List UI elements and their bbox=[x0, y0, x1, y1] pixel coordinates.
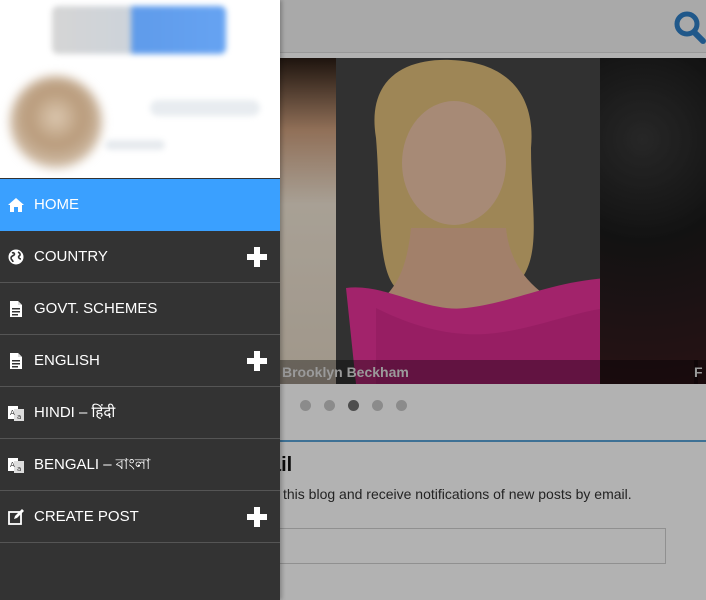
translate-icon: A a bbox=[8, 457, 24, 473]
menu-item-label: GOVT. SCHEMES bbox=[34, 299, 158, 317]
menu-item-country[interactable]: COUNTRY bbox=[0, 231, 280, 283]
globe-icon bbox=[8, 249, 24, 264]
menu-item-hindi[interactable]: A a HINDI – हिंदी bbox=[0, 387, 280, 439]
menu-item-bengali[interactable]: A a BENGALI – বাংলা bbox=[0, 439, 280, 491]
menu-item-label: COUNTRY bbox=[34, 247, 108, 265]
expand-plus-icon[interactable] bbox=[246, 350, 268, 372]
document-icon bbox=[10, 352, 22, 369]
drawer-profile bbox=[0, 0, 280, 178]
drawer-overlay[interactable] bbox=[280, 0, 706, 600]
menu-item-label: BENGALI – বাংলা bbox=[34, 455, 151, 473]
menu-item-create-post[interactable]: CREATE POST bbox=[0, 491, 280, 543]
edit-icon bbox=[8, 508, 24, 525]
menu-item-label: ENGLISH bbox=[34, 351, 100, 369]
menu-item-english[interactable]: ENGLISH bbox=[0, 335, 280, 387]
menu-item-home[interactable]: HOME bbox=[0, 179, 280, 231]
svg-text:a: a bbox=[17, 413, 21, 421]
site-logo[interactable] bbox=[52, 6, 226, 54]
profile-meta-placeholder bbox=[105, 140, 165, 150]
expand-plus-icon[interactable] bbox=[246, 246, 268, 268]
menu-item-govt-schemes[interactable]: GOVT. SCHEMES bbox=[0, 283, 280, 335]
profile-name-placeholder bbox=[150, 100, 260, 116]
expand-plus-icon[interactable] bbox=[246, 506, 268, 528]
svg-text:a: a bbox=[17, 465, 21, 473]
menu-item-label: CREATE POST bbox=[34, 507, 139, 525]
home-icon bbox=[8, 197, 24, 212]
svg-text:A: A bbox=[10, 409, 15, 417]
document-icon bbox=[10, 300, 22, 317]
drawer-menu: HOME COUNTRY GOVT. SCHEMES ENGLISH A a H… bbox=[0, 179, 280, 543]
translate-icon: A a bbox=[8, 405, 24, 421]
menu-item-label: HOME bbox=[34, 195, 79, 213]
avatar[interactable] bbox=[10, 76, 102, 168]
navigation-drawer: HOME COUNTRY GOVT. SCHEMES ENGLISH A a H… bbox=[0, 0, 280, 600]
svg-text:A: A bbox=[10, 461, 15, 469]
menu-item-label: HINDI – हिंदी bbox=[34, 403, 116, 421]
